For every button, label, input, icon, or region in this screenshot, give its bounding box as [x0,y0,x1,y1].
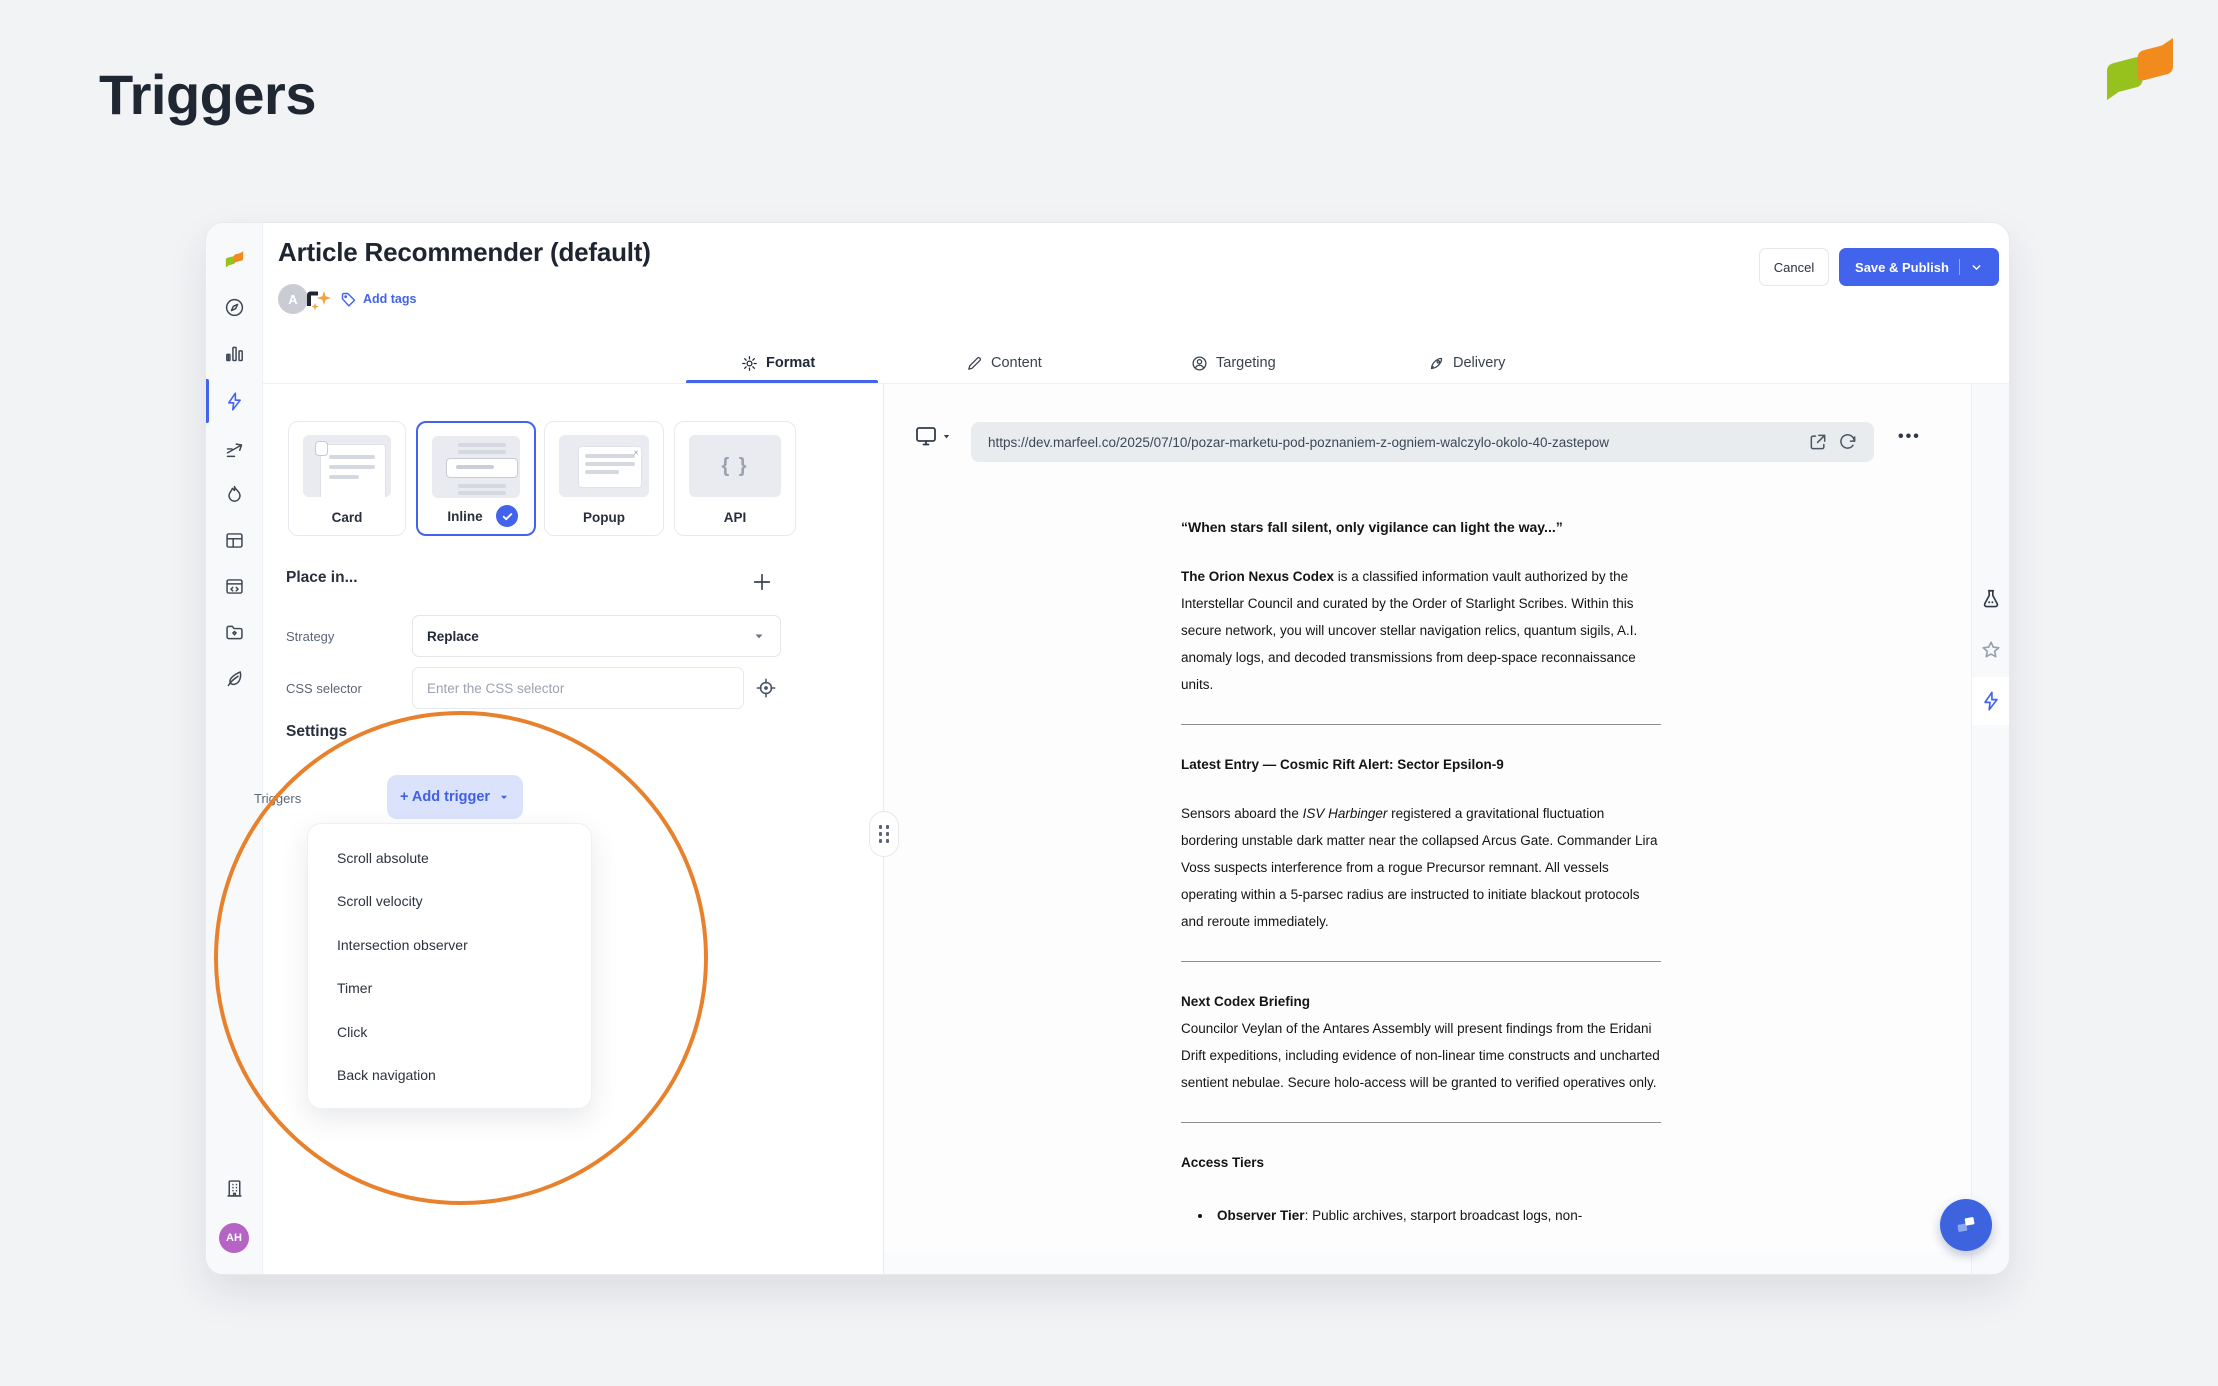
monitor-icon [914,424,938,448]
preview-bottom-strip [884,1252,1971,1274]
add-trigger-button[interactable]: + Add trigger [387,775,523,819]
article-divider [1181,724,1661,725]
preview-panel: https://dev.marfeel.co/2025/07/10/pozar-… [884,384,1971,1274]
article-content: “When stars fall silent, only vigilance … [1181,514,1661,1229]
page: Triggers [0,0,2218,1386]
trigger-menu-item-back-navigation[interactable]: Back navigation [308,1054,591,1098]
chevron-down-icon [498,791,510,803]
article-divider [1181,1122,1661,1123]
article-intro: The Orion Nexus Codex is a classified in… [1181,563,1661,698]
add-placement-button[interactable] [751,571,773,593]
trigger-menu-item-timer[interactable]: Timer [308,967,591,1011]
css-selector-input[interactable] [412,667,744,709]
sidebar-lightning-icon[interactable] [221,388,247,414]
save-publish-button[interactable]: Save & Publish [1839,248,1999,286]
ai-sparkle-icon [302,284,332,314]
cancel-button[interactable]: Cancel [1759,248,1829,286]
marfeel-fab-logo-icon [1953,1212,1979,1238]
sidebar-code-window-icon[interactable] [221,573,247,599]
person-circle-icon [1191,355,1208,372]
left-sidebar: AH [206,223,263,1274]
sidebar-boost-icon[interactable] [221,435,247,461]
inline-thumbnail [432,436,520,498]
sidebar-building-icon[interactable] [221,1175,247,1201]
format-card-card[interactable]: Card [288,421,406,536]
sidebar-folder-icon[interactable] [221,619,247,645]
article-entry-paragraph: Sensors aboard the ISV Harbinger registe… [1181,800,1661,935]
article-divider [1181,961,1661,962]
trigger-menu-item-click[interactable]: Click [308,1010,591,1054]
tag-icon [340,291,357,308]
chevron-down-icon [1970,261,1983,274]
article-briefing-heading: Next Codex Briefing [1181,988,1661,1015]
settings-heading: Settings [286,723,347,741]
flask-icon[interactable] [1980,588,2002,610]
rocket-icon [1428,355,1445,372]
refresh-icon[interactable] [1838,432,1858,452]
trigger-menu-item-scroll-absolute[interactable]: Scroll absolute [308,836,591,880]
place-in-heading: Place in... [286,569,358,587]
star-icon[interactable] [1980,639,2002,661]
article-tier-list: Observer Tier: Public archives, starport… [1181,1202,1661,1229]
url-text: https://dev.marfeel.co/2025/07/10/pozar-… [988,435,1609,450]
crosshair-picker-icon[interactable] [755,677,777,699]
api-thumbnail: { } [689,435,781,497]
sidebar-compass-icon[interactable] [221,294,247,320]
format-card-popup[interactable]: ✕ Popup [544,421,664,536]
chevron-down-icon [752,629,766,643]
sidebar-flame-icon[interactable] [221,481,247,507]
marfeel-assistant-button[interactable] [1940,1199,1992,1251]
pencil-icon [966,355,983,372]
article-tiers-heading: Access Tiers [1181,1149,1661,1176]
tab-delivery[interactable]: Delivery [1428,347,1505,379]
sidebar-bar-chart-icon[interactable] [221,340,247,366]
sidebar-leaf-icon[interactable] [221,665,247,691]
sidebar-active-indicator [206,379,209,423]
right-toolbar [1971,384,2009,1274]
sidebar-marfeel-logo-icon[interactable] [221,246,247,272]
trigger-menu-item-intersection-observer[interactable]: Intersection observer [308,923,591,967]
panel-resize-handle[interactable] [869,811,899,857]
trigger-menu-item-scroll-velocity[interactable]: Scroll velocity [308,880,591,924]
add-tags-button[interactable]: Add tags [340,291,416,308]
grip-dots-icon [879,825,890,843]
device-selector[interactable] [914,424,951,448]
tab-content[interactable]: Content [966,347,1042,379]
popup-thumbnail: ✕ [559,435,649,497]
format-card-inline[interactable]: Inline [416,421,536,536]
css-selector-label: CSS selector [286,681,362,696]
article-briefing-paragraph: Councilor Veylan of the Antares Assembly… [1181,1015,1661,1096]
page-title: Triggers [99,62,316,127]
app-window: AH Article Recommender (default) A Add t… [205,222,2010,1275]
more-options-button[interactable]: ••• [1898,428,1921,446]
window-title: Article Recommender (default) [278,237,651,268]
card-thumbnail [303,435,391,497]
tab-targeting[interactable]: Targeting [1191,347,1276,379]
trigger-dropdown-menu: Scroll absolute Scroll velocity Intersec… [307,823,592,1109]
lightning-tool-icon[interactable] [1980,690,2002,712]
url-bar[interactable]: https://dev.marfeel.co/2025/07/10/pozar-… [971,422,1874,462]
triggers-label: Triggers [254,791,301,806]
sidebar-layout-icon[interactable] [221,527,247,553]
button-divider [1959,259,1960,275]
format-card-api[interactable]: { } API [674,421,796,536]
article-quote: “When stars fall silent, only vigilance … [1181,514,1661,541]
strategy-select[interactable]: Replace [412,615,781,657]
user-avatar[interactable]: AH [219,1223,249,1253]
marfeel-logo-icon [2100,32,2180,108]
article-tier-item: Observer Tier: Public archives, starport… [1213,1202,1661,1229]
chevron-down-icon [942,432,951,441]
open-external-icon[interactable] [1808,432,1828,452]
selected-check-icon [496,505,518,527]
strategy-label: Strategy [286,629,334,644]
tab-format[interactable]: Format [741,347,815,379]
gear-icon [741,355,758,372]
article-entry-heading: Latest Entry — Cosmic Rift Alert: Sector… [1181,751,1661,778]
